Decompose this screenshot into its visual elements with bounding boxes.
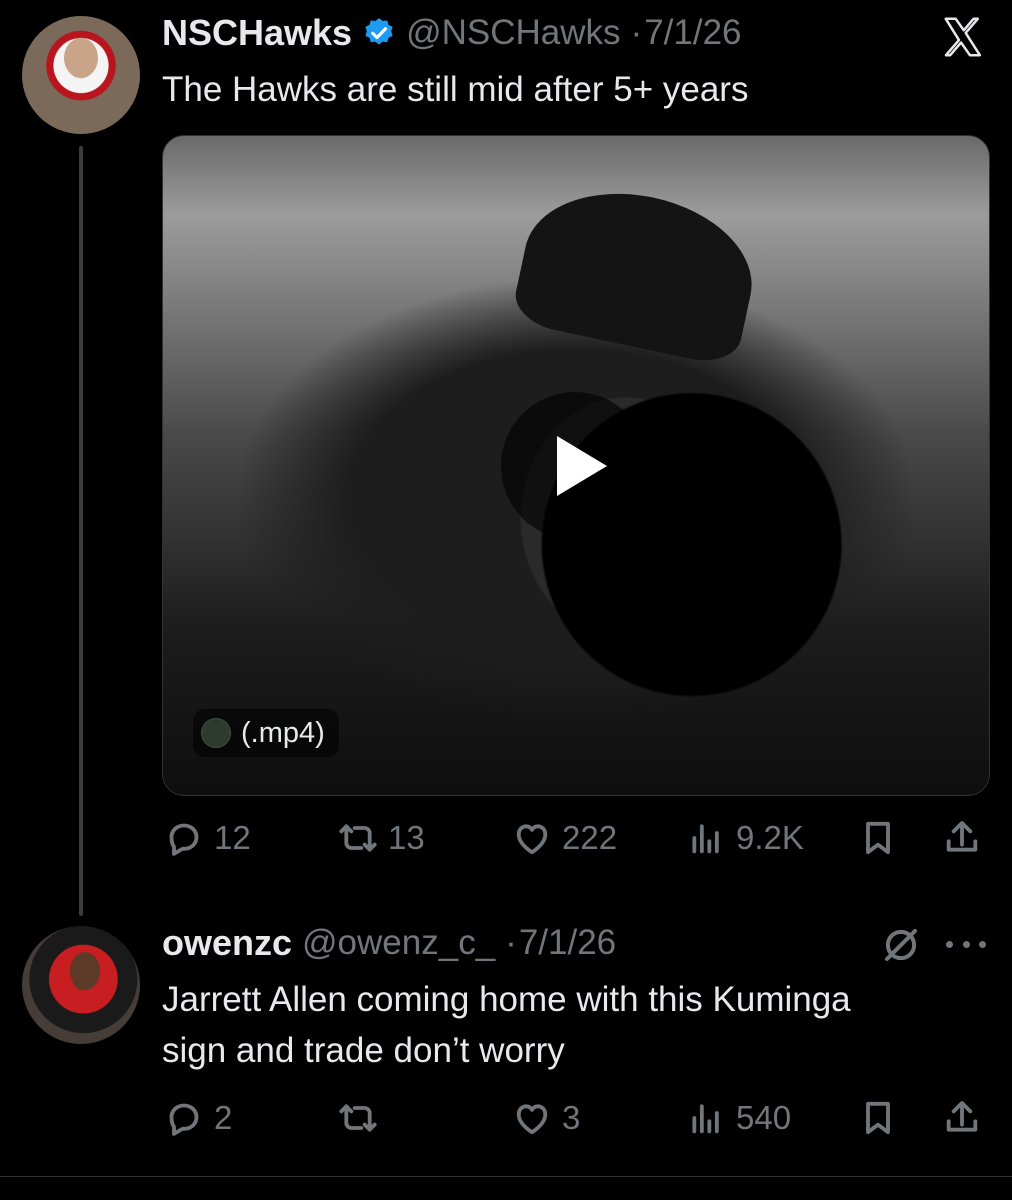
thread-connector-line bbox=[79, 146, 83, 916]
media-source-icon bbox=[201, 718, 231, 748]
timestamp[interactable]: 7/1/26 bbox=[519, 923, 616, 963]
display-name[interactable]: owenzc bbox=[162, 922, 292, 964]
views-count: 9.2K bbox=[736, 819, 804, 856]
bookmark-icon bbox=[866, 821, 890, 855]
separator-dot: · bbox=[630, 13, 643, 52]
tweet-header: NSCHawks @NSCHawks · 7/1/26 bbox=[162, 12, 742, 54]
video-frame-detail bbox=[509, 173, 767, 369]
like-icon bbox=[516, 824, 548, 855]
handle[interactable]: @NSCHawks bbox=[406, 13, 620, 53]
reply-icon bbox=[169, 1103, 199, 1136]
share-button[interactable] bbox=[942, 818, 982, 858]
reply-icon bbox=[169, 823, 199, 856]
timestamp[interactable]: 7/1/26 bbox=[644, 13, 741, 53]
views-icon bbox=[692, 824, 719, 854]
views-count: 540 bbox=[736, 1099, 792, 1136]
like-count: 3 bbox=[562, 1099, 581, 1136]
reply-text-line: sign and trade don’t worry bbox=[162, 1031, 565, 1070]
views-button[interactable]: 540 bbox=[686, 1098, 791, 1138]
reply-button[interactable]: 12 bbox=[164, 818, 251, 858]
x-logo-icon bbox=[940, 14, 986, 60]
repost-icon bbox=[339, 1104, 377, 1132]
media-file-label: (.mp4) bbox=[241, 716, 325, 749]
reply-text: Jarrett Allen coming home with this Kumi… bbox=[162, 974, 851, 1076]
separator-dot: · bbox=[505, 923, 517, 962]
share-button[interactable] bbox=[942, 1098, 982, 1138]
bookmark-button[interactable] bbox=[858, 1098, 898, 1138]
bookmark-icon bbox=[866, 1101, 890, 1135]
reply-header: owenzc @owenz_c_ · 7/1/26 bbox=[162, 922, 616, 964]
avatar-nschawks[interactable] bbox=[22, 16, 140, 134]
verified-badge-icon bbox=[362, 16, 396, 50]
repost-button[interactable]: 13 bbox=[338, 818, 425, 858]
views-button[interactable]: 9.2K bbox=[686, 818, 804, 858]
play-button[interactable] bbox=[501, 392, 649, 540]
avatar-face bbox=[70, 952, 100, 990]
divider bbox=[0, 1176, 1012, 1177]
like-count: 222 bbox=[562, 819, 618, 856]
video-media[interactable]: (.mp4) bbox=[162, 135, 990, 796]
repost-icon bbox=[339, 824, 377, 852]
share-icon bbox=[946, 1101, 978, 1132]
share-icon bbox=[946, 821, 978, 852]
tweet-text: The Hawks are still mid after 5+ years bbox=[162, 70, 749, 109]
media-file-tag: (.mp4) bbox=[193, 709, 339, 757]
play-icon bbox=[557, 436, 607, 496]
repost-count: 13 bbox=[388, 819, 425, 856]
like-icon bbox=[516, 1104, 548, 1135]
more-icon[interactable] bbox=[946, 932, 986, 956]
like-button[interactable]: 3 bbox=[512, 1098, 580, 1138]
bookmark-button[interactable] bbox=[858, 818, 898, 858]
reply-text-line: Jarrett Allen coming home with this Kumi… bbox=[162, 980, 851, 1019]
avatar-face bbox=[64, 38, 98, 78]
handle[interactable]: @owenz_c_ bbox=[302, 923, 495, 963]
display-name[interactable]: NSCHawks bbox=[162, 12, 352, 54]
like-button[interactable]: 222 bbox=[512, 818, 617, 858]
reply-count: 12 bbox=[214, 819, 251, 856]
reply-button[interactable]: 2 bbox=[164, 1098, 232, 1138]
grok-icon[interactable] bbox=[880, 924, 922, 966]
repost-button[interactable] bbox=[338, 1098, 388, 1138]
views-icon bbox=[692, 1104, 719, 1134]
reply-count: 2 bbox=[214, 1099, 233, 1136]
avatar-owenzc[interactable] bbox=[22, 926, 140, 1044]
